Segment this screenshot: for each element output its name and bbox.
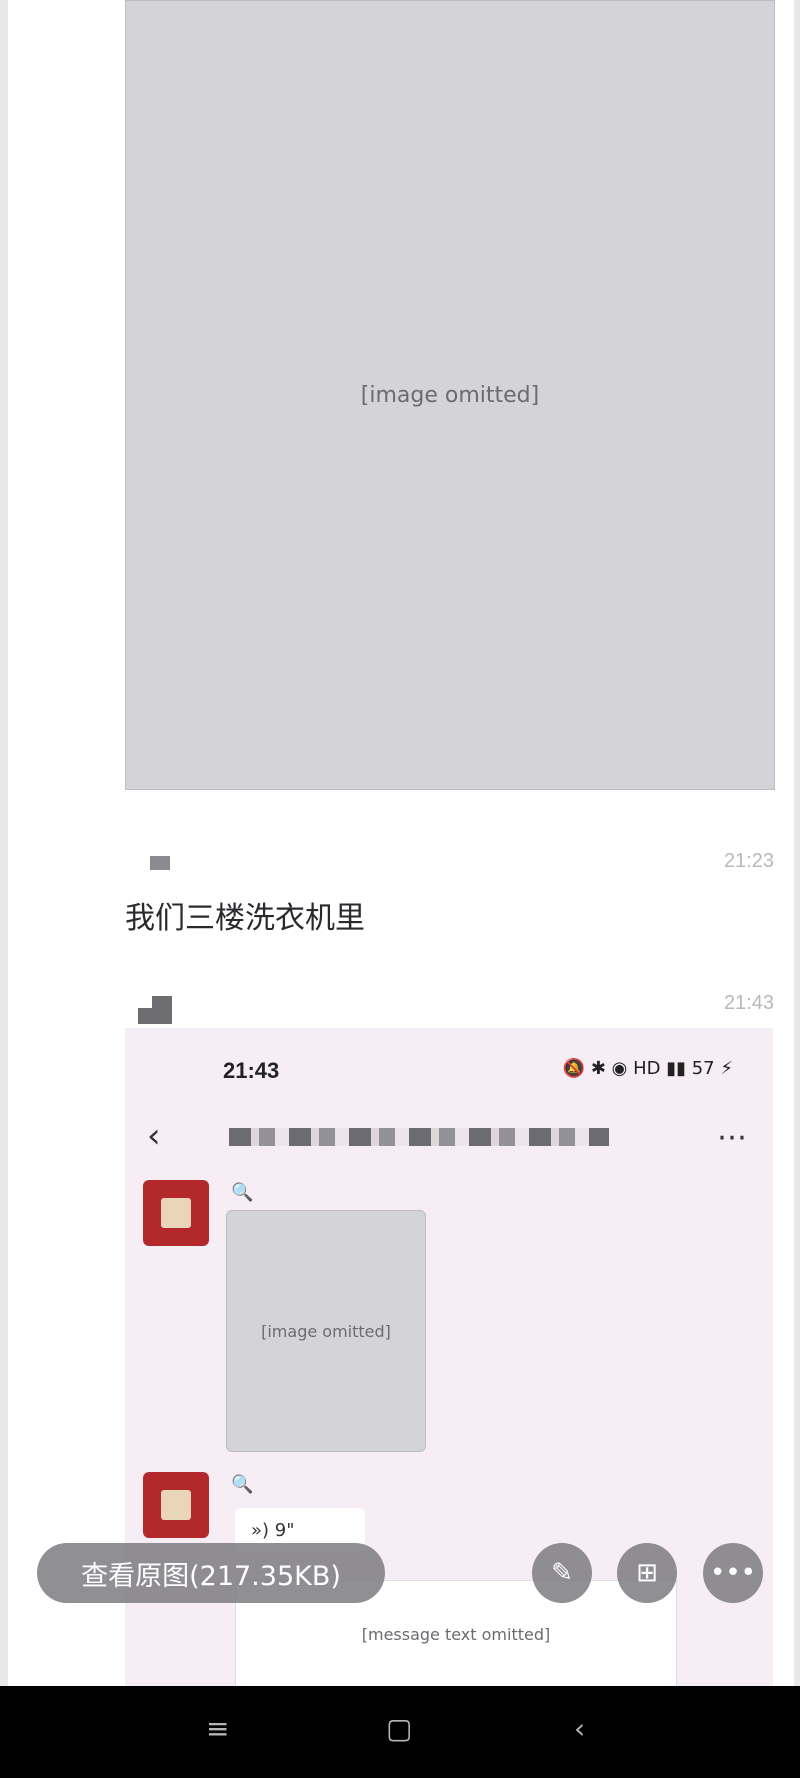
more-options-icon[interactable]: ••• xyxy=(703,1543,763,1603)
avatar xyxy=(143,1472,209,1538)
sender-avatar-blurred xyxy=(138,996,172,1024)
system-nav-bar: ≡ ▢ ‹ xyxy=(0,1686,800,1778)
back-icon[interactable]: ‹ xyxy=(574,1712,585,1745)
menu-icon[interactable]: ≡ xyxy=(206,1712,229,1745)
status-bar-icons: 🔕 ✱ ◉ HD ▮▮ 57 ⚡ xyxy=(562,1058,733,1079)
home-icon[interactable]: ▢ xyxy=(386,1712,412,1745)
message-timestamp: 21:23 xyxy=(723,850,774,872)
right-edge xyxy=(794,0,800,1686)
edit-icon[interactable]: ✎ xyxy=(532,1543,592,1603)
sender-name-blurred xyxy=(150,856,170,870)
message-text: 我们三楼洗衣机里 xyxy=(125,901,365,936)
left-edge xyxy=(0,0,8,1686)
image-viewer[interactable]: [image omitted] 21:23 我们三楼洗衣机里 21:43 21:… xyxy=(0,0,800,1686)
message-timestamp: 21:43 xyxy=(723,992,774,1014)
image-placeholder: [image omitted] xyxy=(226,1210,426,1452)
more-icon: ⋯ xyxy=(717,1121,747,1154)
search-icon: 🔍 xyxy=(231,1182,254,1203)
search-icon: 🔍 xyxy=(231,1474,254,1495)
voice-duration: ») 9" xyxy=(251,1520,295,1541)
status-bar-time: 21:43 xyxy=(223,1058,280,1083)
grid-icon[interactable]: ⊞ xyxy=(617,1543,677,1603)
view-original-button[interactable]: 查看原图(217.35KB) xyxy=(37,1543,385,1603)
avatar xyxy=(143,1180,209,1246)
chat-title-blurred xyxy=(229,1128,609,1146)
back-arrow-icon: ‹ xyxy=(147,1116,161,1156)
top-image-placeholder: [image omitted] xyxy=(125,0,775,790)
